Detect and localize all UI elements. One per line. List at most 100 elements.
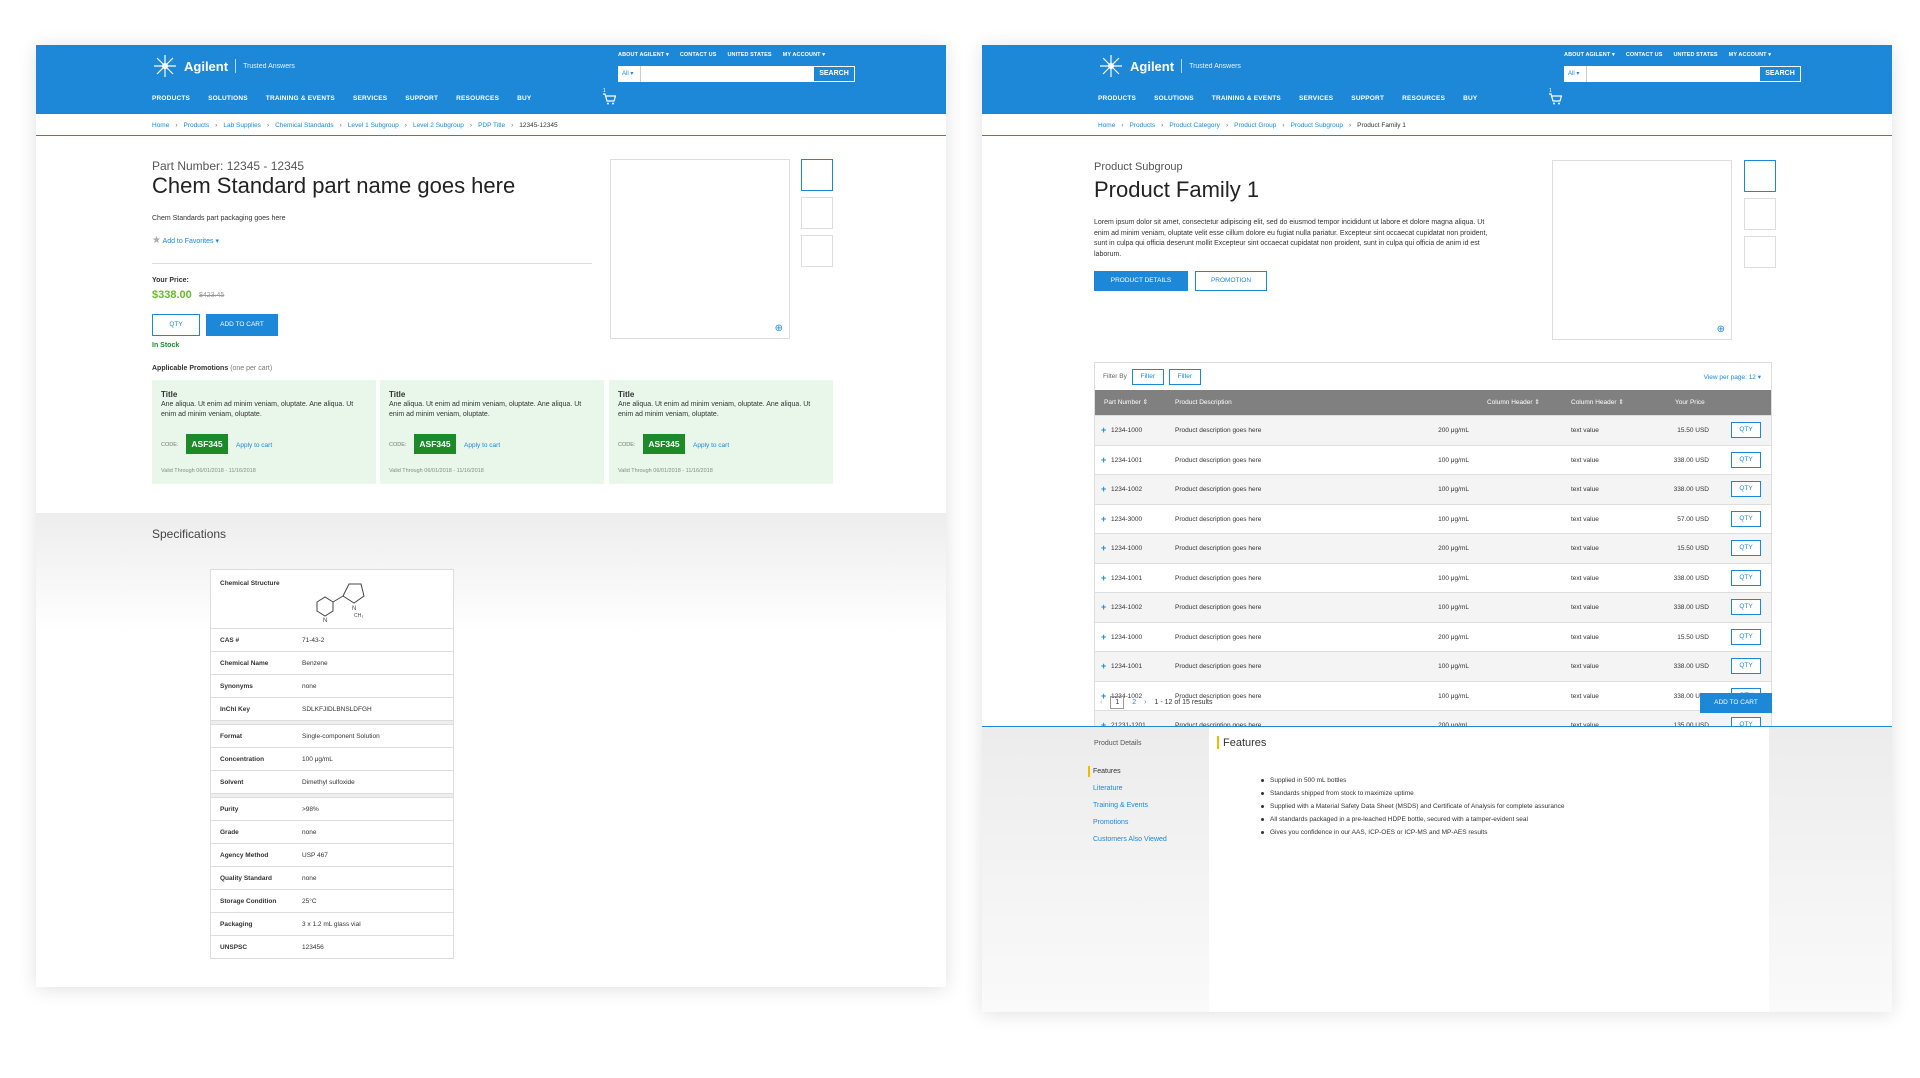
- nav-training[interactable]: TRAINING & EVENTS: [266, 95, 335, 102]
- expand-plus-icon[interactable]: +: [1101, 623, 1106, 652]
- cart-icon[interactable]: 1: [603, 88, 617, 105]
- util-account[interactable]: MY ACCOUNT ▾: [783, 52, 825, 58]
- nav-training[interactable]: TRAINING & EVENTS: [1212, 95, 1281, 102]
- crumb-chem-standards[interactable]: Chemical Standards: [275, 122, 334, 129]
- crumb-category[interactable]: Product Category: [1169, 122, 1220, 129]
- page-1[interactable]: 1: [1110, 696, 1125, 709]
- product-details-button[interactable]: PRODUCT DETAILS: [1094, 271, 1188, 291]
- crumb-level1[interactable]: Level 1 Subgroup: [348, 122, 399, 129]
- expand-plus-icon[interactable]: +: [1101, 593, 1106, 622]
- qty-input[interactable]: QTY: [1731, 422, 1761, 438]
- pd-link-features[interactable]: Features: [1093, 768, 1121, 775]
- expand-plus-icon[interactable]: +: [1101, 564, 1106, 593]
- nav-buy[interactable]: BUY: [1463, 95, 1477, 102]
- thumbnail-1[interactable]: [1744, 160, 1776, 192]
- cell-part-number[interactable]: 1234-1000: [1111, 534, 1142, 563]
- util-contact[interactable]: CONTACT US: [1626, 52, 1663, 58]
- util-country[interactable]: UNITED STATES: [727, 52, 771, 58]
- cell-part-number[interactable]: 1234-1002: [1111, 593, 1142, 622]
- qty-input[interactable]: QTY: [1731, 628, 1761, 645]
- nav-resources[interactable]: RESOURCES: [1402, 95, 1445, 102]
- view-per-page-select[interactable]: View per page: 12 ▾: [1704, 373, 1761, 381]
- search-input[interactable]: [641, 66, 813, 82]
- crumb-home[interactable]: Home: [152, 122, 169, 129]
- cell-part-number[interactable]: 1234-1001: [1111, 446, 1142, 475]
- add-to-favorites[interactable]: ★ Add to Favorites ▾: [152, 235, 219, 246]
- thumbnail-2[interactable]: [1744, 198, 1776, 230]
- pd-link-customers-viewed[interactable]: Customers Also Viewed: [1093, 836, 1167, 843]
- cell-part-number[interactable]: 1234-3000: [1111, 505, 1142, 534]
- apply-to-cart-link[interactable]: Apply to cart: [464, 442, 500, 449]
- col-part-number[interactable]: Part Number ⇕: [1104, 390, 1148, 415]
- expand-plus-icon[interactable]: +: [1101, 475, 1106, 504]
- zoom-icon[interactable]: ⊕: [775, 323, 783, 334]
- cell-part-number[interactable]: 1234-1001: [1111, 564, 1142, 593]
- nav-services[interactable]: SERVICES: [353, 95, 387, 102]
- agilent-logo[interactable]: Agilent Trusted Answers: [1098, 53, 1241, 79]
- nav-solutions[interactable]: SOLUTIONS: [1154, 95, 1194, 102]
- page-2[interactable]: 2: [1132, 699, 1136, 706]
- util-about[interactable]: ABOUT AGILENT ▾: [1564, 52, 1615, 58]
- cart-icon[interactable]: 1: [1549, 88, 1563, 105]
- crumb-products[interactable]: Products: [184, 122, 210, 129]
- crumb-pdp-title[interactable]: PDP Title: [478, 122, 505, 129]
- crumb-level2[interactable]: Level 2 Subgroup: [413, 122, 464, 129]
- expand-plus-icon[interactable]: +: [1101, 534, 1106, 563]
- prev-page-icon[interactable]: ‹: [1100, 699, 1102, 706]
- promotion-button[interactable]: PROMOTION: [1195, 271, 1267, 291]
- qty-input[interactable]: QTY: [1731, 569, 1761, 586]
- thumbnail-3[interactable]: [1744, 236, 1776, 268]
- search-button[interactable]: SEARCH: [813, 66, 855, 82]
- pd-link-training[interactable]: Training & Events: [1093, 802, 1148, 809]
- pd-link-literature[interactable]: Literature: [1093, 785, 1123, 792]
- filter-button[interactable]: Filter: [1168, 368, 1201, 385]
- crumb-lab-supplies[interactable]: Lab Supplies: [223, 122, 261, 129]
- search-input[interactable]: [1587, 66, 1759, 82]
- filter-button[interactable]: Filter: [1131, 368, 1164, 385]
- cell-part-number[interactable]: 1234-1000: [1111, 623, 1142, 652]
- expand-plus-icon[interactable]: +: [1101, 416, 1106, 445]
- nav-solutions[interactable]: SOLUTIONS: [208, 95, 248, 102]
- crumb-group[interactable]: Product Group: [1234, 122, 1276, 129]
- agilent-logo[interactable]: Agilent Trusted Answers: [152, 53, 295, 79]
- util-contact[interactable]: CONTACT US: [680, 52, 717, 58]
- qty-input[interactable]: QTY: [1731, 451, 1761, 468]
- crumb-subgroup[interactable]: Product Subgroup: [1291, 122, 1343, 129]
- util-country[interactable]: UNITED STATES: [1673, 52, 1717, 58]
- product-image[interactable]: ⊕: [610, 159, 790, 339]
- nav-services[interactable]: SERVICES: [1299, 95, 1333, 102]
- apply-to-cart-link[interactable]: Apply to cart: [236, 442, 272, 449]
- search-scope-select[interactable]: All ▾: [618, 66, 641, 82]
- qty-input[interactable]: QTY: [1731, 481, 1761, 497]
- add-to-cart-button[interactable]: ADD TO CART: [206, 314, 278, 336]
- expand-plus-icon[interactable]: +: [1101, 446, 1106, 475]
- expand-plus-icon[interactable]: +: [1101, 505, 1106, 534]
- qty-input[interactable]: QTY: [1731, 510, 1761, 527]
- qty-input[interactable]: QTY: [152, 314, 200, 336]
- qty-input[interactable]: QTY: [1731, 599, 1761, 615]
- nav-buy[interactable]: BUY: [517, 95, 531, 102]
- thumbnail-3[interactable]: [801, 235, 833, 267]
- cell-part-number[interactable]: 1234-1000: [1111, 416, 1142, 445]
- qty-input[interactable]: QTY: [1731, 540, 1761, 556]
- product-image[interactable]: ⊕: [1552, 160, 1732, 340]
- nav-support[interactable]: SUPPORT: [1351, 95, 1384, 102]
- qty-input[interactable]: QTY: [1731, 658, 1761, 674]
- apply-to-cart-link[interactable]: Apply to cart: [693, 442, 729, 449]
- thumbnail-1[interactable]: [801, 159, 833, 191]
- util-about[interactable]: ABOUT AGILENT ▾: [618, 52, 669, 58]
- zoom-icon[interactable]: ⊕: [1717, 324, 1725, 335]
- util-account[interactable]: MY ACCOUNT ▾: [1729, 52, 1771, 58]
- nav-resources[interactable]: RESOURCES: [456, 95, 499, 102]
- expand-plus-icon[interactable]: +: [1101, 652, 1106, 681]
- nav-products[interactable]: PRODUCTS: [152, 95, 190, 102]
- add-to-cart-button[interactable]: ADD TO CART: [1700, 693, 1772, 713]
- crumb-products[interactable]: Products: [1130, 122, 1156, 129]
- search-scope-select[interactable]: All ▾: [1564, 66, 1587, 82]
- nav-support[interactable]: SUPPORT: [405, 95, 438, 102]
- nav-products[interactable]: PRODUCTS: [1098, 95, 1136, 102]
- thumbnail-2[interactable]: [801, 197, 833, 229]
- col-header-1[interactable]: Column Header ⇕: [1487, 390, 1540, 415]
- col-header-2[interactable]: Column Header ⇕: [1571, 390, 1624, 415]
- next-page-icon[interactable]: ›: [1144, 699, 1146, 706]
